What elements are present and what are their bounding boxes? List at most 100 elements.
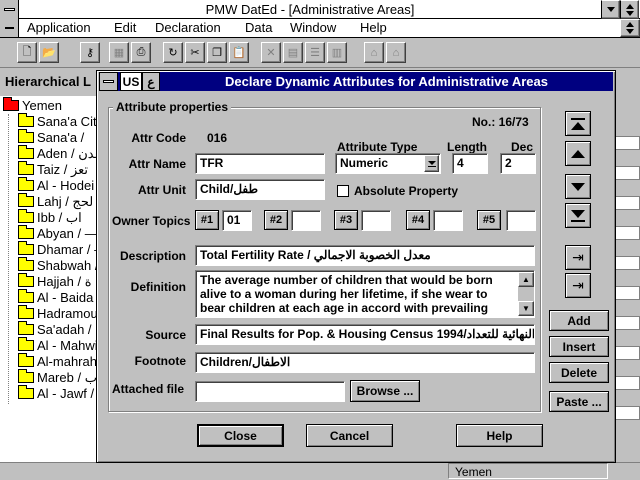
next-record-button[interactable]: [565, 174, 591, 199]
tree-item[interactable]: Al - Baida: [18, 289, 93, 306]
insert-button[interactable]: Insert: [549, 336, 609, 357]
folder-icon: [18, 225, 34, 239]
topic-3-button[interactable]: #3: [334, 210, 358, 230]
document-restore-button[interactable]: [620, 19, 640, 37]
topic-4-button[interactable]: #4: [406, 210, 430, 230]
scroll-down-icon[interactable]: ▼: [518, 301, 534, 316]
topic-5-field[interactable]: [506, 210, 536, 231]
tree-item[interactable]: Sa'adah /: [18, 321, 92, 338]
topic-2-field[interactable]: [291, 210, 321, 231]
lang-us-button[interactable]: US: [120, 72, 142, 91]
topic-5-button[interactable]: #5: [477, 210, 501, 230]
menu-data[interactable]: Data: [245, 19, 272, 37]
key-icon[interactable]: ⚷: [80, 42, 100, 63]
menu-edit[interactable]: Edit: [114, 19, 136, 37]
lang-ar-button[interactable]: ع: [142, 72, 160, 91]
table-icon[interactable]: ▤: [283, 42, 303, 63]
first-record-button[interactable]: [565, 111, 591, 136]
tree-item-label: Al - Hodei: [37, 178, 95, 193]
source-field[interactable]: Final Results for Pop. & Housing Census …: [195, 324, 535, 345]
right-cell: [615, 346, 640, 360]
tree-item[interactable]: Lahj / لحج: [18, 193, 93, 210]
attr-unit-field[interactable]: Child/طفل: [195, 179, 325, 200]
dialog-system-menu[interactable]: [99, 72, 118, 91]
tree-item[interactable]: Hajjah / ة: [18, 273, 92, 290]
region-tree[interactable]: Yemen Sana'a CitSana'a / Aden / عدنTaiz …: [0, 96, 97, 462]
menu-help[interactable]: Help: [360, 19, 387, 37]
minimize-button[interactable]: [601, 0, 620, 19]
folder-icon: [18, 273, 34, 287]
folder-icon: [18, 337, 34, 351]
prev-record-button[interactable]: [565, 141, 591, 166]
home-icon[interactable]: ⌂: [364, 42, 384, 63]
list-icon[interactable]: ☰: [305, 42, 325, 63]
attr-type-select[interactable]: Numeric: [335, 153, 441, 174]
delete-icon[interactable]: ✕: [261, 42, 281, 63]
cancel-button[interactable]: Cancel: [306, 424, 393, 447]
edit-table-icon[interactable]: ▥: [327, 42, 347, 63]
tree-item[interactable]: Abyan / —: [18, 225, 96, 242]
dropdown-arrow-icon[interactable]: [424, 155, 439, 172]
absolute-property-checkbox[interactable]: [337, 185, 349, 197]
footnote-field[interactable]: Children/الاطفال: [195, 352, 535, 373]
add-button[interactable]: Add: [549, 310, 609, 331]
folder-icon: [18, 193, 34, 207]
folder-icon: [18, 161, 34, 175]
menu-window[interactable]: Window: [290, 19, 336, 37]
house-edit-icon[interactable]: ⌂: [386, 42, 406, 63]
close-button[interactable]: Close: [197, 424, 284, 447]
length-field[interactable]: 4: [452, 153, 488, 174]
open-icon[interactable]: 📂: [39, 42, 59, 63]
delete-button[interactable]: Delete: [549, 362, 609, 383]
restore-button[interactable]: [620, 0, 639, 19]
dec-field[interactable]: 2: [500, 153, 536, 174]
print-icon[interactable]: ⎙: [131, 42, 151, 63]
definition-textarea[interactable]: The average number of children that woul…: [195, 270, 535, 318]
attr-name-field[interactable]: TFR: [195, 153, 325, 174]
definition-scrollbar[interactable]: ▲ ▼: [518, 272, 534, 316]
tree-item[interactable]: Al - Jawf /: [18, 385, 94, 402]
topic-3-field[interactable]: [361, 210, 391, 231]
new-icon[interactable]: 🗋: [17, 42, 37, 63]
tree-item[interactable]: Al-mahrah: [18, 353, 97, 370]
tree-item[interactable]: Sana'a Cit: [18, 113, 96, 130]
tree-item-label: Al-mahrah: [37, 354, 97, 369]
menu-application[interactable]: Application: [27, 19, 91, 37]
topic-4-field[interactable]: [433, 210, 463, 231]
refresh-icon[interactable]: ↻: [163, 42, 183, 63]
help-button[interactable]: Help: [456, 424, 543, 447]
import-up-button[interactable]: ⇥: [565, 245, 591, 270]
paste-icon[interactable]: 📋: [229, 42, 249, 63]
document-system-menu[interactable]: [0, 19, 19, 37]
topic-1-button[interactable]: #1: [195, 210, 219, 230]
folder-icon: [18, 257, 34, 271]
topic-2-button[interactable]: #2: [264, 210, 288, 230]
menu-declaration[interactable]: Declaration: [155, 19, 221, 37]
import-down-button[interactable]: ⇥: [565, 273, 591, 298]
tree-item-label: Sana'a /: [37, 130, 85, 145]
paste-button[interactable]: Paste ...: [549, 391, 609, 412]
system-menu-button[interactable]: [0, 0, 19, 19]
description-field[interactable]: Total Fertility Rate / معدل الخصوبة الاج…: [195, 245, 535, 266]
attached-file-field[interactable]: [195, 381, 345, 402]
grid-icon[interactable]: ▦: [109, 42, 129, 63]
tree-item-label: Shabwah /: [37, 258, 97, 273]
browse-button[interactable]: Browse ...: [350, 380, 420, 402]
tree-item[interactable]: Taiz / تعز: [18, 161, 88, 178]
tree-item[interactable]: Aden / عدن: [18, 145, 96, 162]
tree-item[interactable]: Ibb / اب: [18, 209, 82, 226]
tree-item[interactable]: Hadramou: [18, 305, 96, 322]
tree-root[interactable]: Yemen: [3, 97, 62, 114]
last-record-button[interactable]: [565, 203, 591, 228]
tree-item[interactable]: Al - Hodei: [18, 177, 95, 194]
tree-item[interactable]: Dhamar / —: [18, 241, 96, 258]
tree-item[interactable]: Mareb / ب: [18, 369, 96, 386]
topic-1-field[interactable]: 01: [222, 210, 252, 231]
scroll-up-icon[interactable]: ▲: [518, 272, 534, 287]
right-cell: [615, 286, 640, 300]
copy-icon[interactable]: ❐: [207, 42, 227, 63]
cut-icon[interactable]: ✂: [185, 42, 205, 63]
tree-item[interactable]: Al - Mahwi: [18, 337, 96, 354]
tree-item[interactable]: Shabwah /: [18, 257, 97, 274]
tree-item[interactable]: Sana'a /: [18, 129, 85, 146]
